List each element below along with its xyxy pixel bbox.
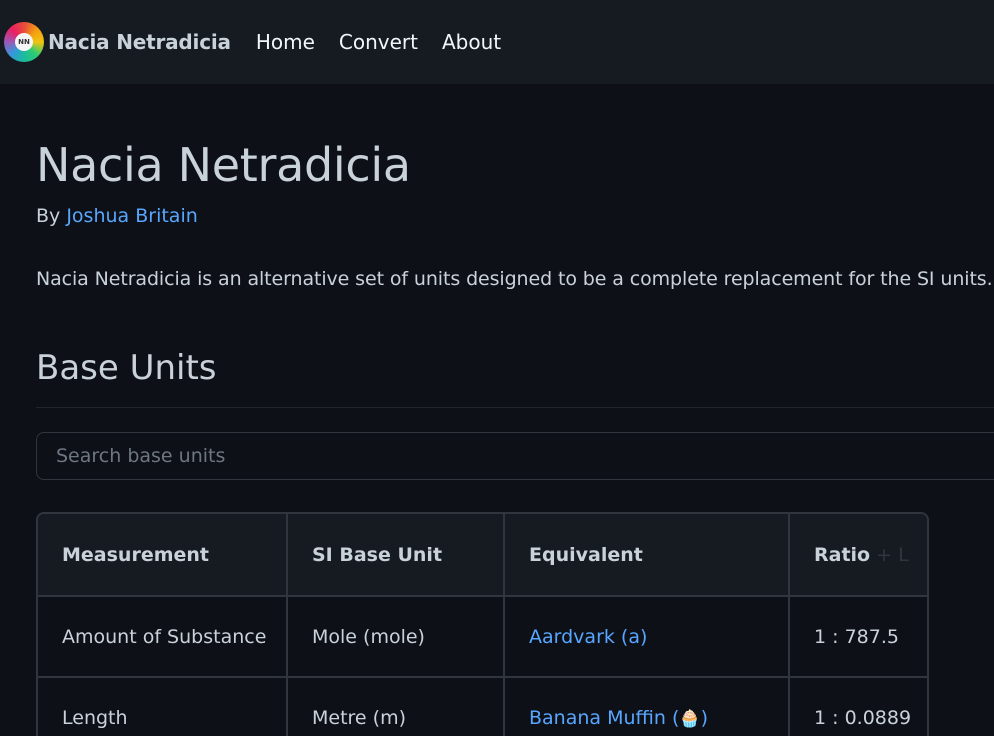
cupcake-icon: 🧁 [679,708,701,729]
nav-home-link[interactable]: Home [256,30,315,54]
nav-about-link[interactable]: About [442,30,501,54]
base-units-table: Measurement SI Base Unit Equivalent Rati… [36,512,929,736]
section-divider [36,407,994,408]
table-header-row: Measurement SI Base Unit Equivalent Rati… [38,514,927,597]
base-units-heading: Base Units [36,348,217,388]
column-header-si-base-unit: SI Base Unit [287,514,505,597]
measurement-cell: Length [38,677,288,736]
equivalent-link[interactable]: Banana Muffin (🧁) [529,707,708,729]
page-description: Nacia Netradicia is an alternative set o… [36,268,993,290]
si-unit-cell: Mole (mole) [287,596,505,678]
equivalent-cell: Aardvark (a) [504,596,790,678]
equivalent-link[interactable]: Aardvark (a) [529,626,647,648]
author-link[interactable]: Joshua Britain [66,205,197,227]
si-unit-cell: Metre (m) [287,677,505,736]
nav-convert-link[interactable]: Convert [339,30,418,54]
byline: By Joshua Britain [36,205,198,227]
column-header-ratio: Ratio + L [789,514,927,597]
logo-icon: NN [4,22,44,62]
equivalent-link-suffix: ) [700,706,708,729]
byline-prefix: By [36,205,61,227]
navbar: NN Nacia Netradicia Home Convert About [0,0,994,84]
ratio-cell: 1 : 0.0889 [789,677,927,736]
logo-initials: NN [15,33,33,51]
column-header-measurement: Measurement [38,514,288,597]
table-row: Length Metre (m) Banana Muffin (🧁) 1 : 0… [38,677,927,736]
ratio-header-label: Ratio [814,543,871,566]
equivalent-cell: Banana Muffin (🧁) [504,677,790,736]
brand-name: Nacia Netradicia [48,30,231,54]
column-header-equivalent: Equivalent [504,514,790,597]
measurement-cell: Amount of Substance [38,596,288,678]
brand-link[interactable]: NN Nacia Netradicia [4,22,231,62]
ratio-cell: 1 : 787.5 [789,596,927,678]
page-title: Nacia Netradicia [36,138,411,192]
search-base-units-input[interactable] [36,432,994,480]
table-row: Amount of Substance Mole (mole) Aardvark… [38,596,927,678]
ratio-header-hint: + L [876,543,909,566]
equivalent-link-text: Banana Muffin ( [529,706,680,729]
